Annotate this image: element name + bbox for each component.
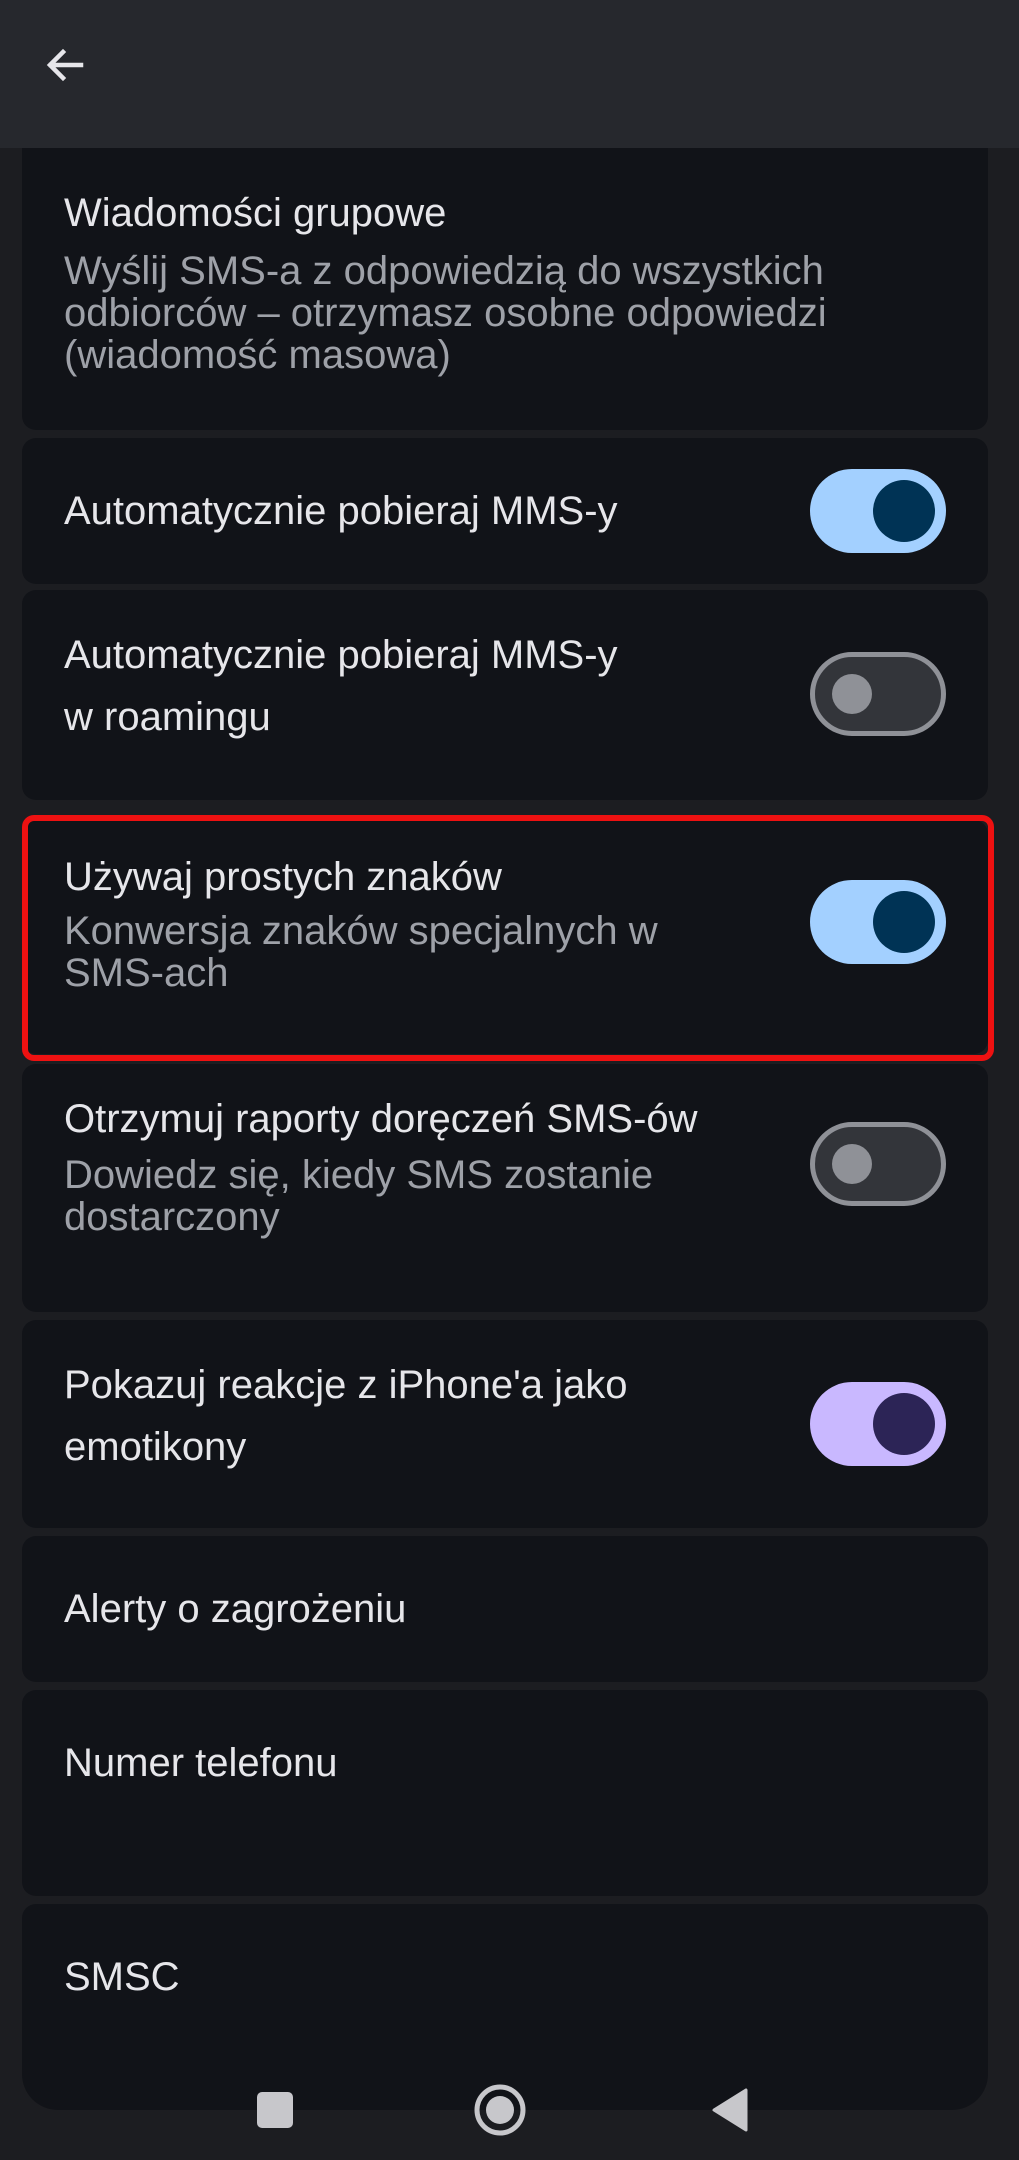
setting-iphone-reactions[interactable]: Pokazuj reakcje z iPhone'a jako emotikon… bbox=[22, 1320, 988, 1528]
home-button[interactable] bbox=[470, 2060, 530, 2160]
square-icon bbox=[257, 2092, 293, 2128]
setting-subtitle: Wyślij SMS-a z odpowiedzią do wszystkich… bbox=[64, 249, 827, 377]
setting-emergency-alerts[interactable]: Alerty o zagrożeniu bbox=[22, 1536, 988, 1682]
setting-group-messages[interactable]: Wiadomości grupowe Wyślij SMS-a z odpowi… bbox=[22, 148, 988, 430]
setting-title: Pokazuj reakcje z iPhone'a jako emotikon… bbox=[64, 1363, 628, 1469]
use-simple-characters-switch[interactable] bbox=[810, 880, 946, 964]
setting-title: Numer telefonu bbox=[64, 1741, 338, 1785]
setting-subtitle: Dowiedz się, kiedy SMS zostanie dostarcz… bbox=[64, 1153, 654, 1239]
setting-auto-download-mms[interactable]: Automatycznie pobieraj MMS-y bbox=[22, 438, 988, 584]
recents-button[interactable] bbox=[245, 2060, 305, 2160]
setting-phone-number[interactable]: Numer telefonu bbox=[22, 1690, 988, 1896]
arrow-back-icon bbox=[46, 48, 84, 82]
auto-download-mms-roaming-switch[interactable] bbox=[810, 652, 946, 736]
switch-knob bbox=[832, 674, 872, 714]
circle-home-icon bbox=[474, 2084, 526, 2136]
setting-title: SMSC bbox=[64, 1955, 180, 1999]
setting-title: Używaj prostych znaków bbox=[64, 855, 502, 899]
system-nav-bar bbox=[0, 2060, 1019, 2160]
back-button[interactable] bbox=[30, 30, 100, 100]
switch-knob bbox=[832, 1144, 872, 1184]
triangle-back-icon bbox=[712, 2088, 748, 2132]
switch-knob bbox=[873, 891, 935, 953]
setting-delivery-reports[interactable]: Otrzymuj raporty doręczeń SMS-ów Dowiedz… bbox=[22, 1064, 988, 1312]
setting-title: Wiadomości grupowe bbox=[64, 191, 447, 235]
setting-title: Automatycznie pobieraj MMS-y bbox=[64, 489, 618, 533]
setting-auto-download-mms-roaming[interactable]: Automatycznie pobieraj MMS-y w roamingu bbox=[22, 590, 988, 800]
top-app-bar bbox=[0, 0, 1019, 148]
setting-title: Otrzymuj raporty doręczeń SMS-ów bbox=[64, 1097, 698, 1141]
setting-use-simple-characters[interactable]: Używaj prostych znaków Konwersja znaków … bbox=[22, 820, 988, 1054]
setting-title: Alerty o zagrożeniu bbox=[64, 1587, 407, 1631]
auto-download-mms-switch[interactable] bbox=[810, 469, 946, 553]
nav-back-button[interactable] bbox=[700, 2060, 760, 2160]
delivery-reports-switch[interactable] bbox=[810, 1122, 946, 1206]
setting-subtitle: Konwersja znaków specjalnych w SMS-ach bbox=[64, 909, 658, 995]
iphone-reactions-switch[interactable] bbox=[810, 1382, 946, 1466]
setting-title: Automatycznie pobieraj MMS-y w roamingu bbox=[64, 633, 618, 739]
switch-knob bbox=[873, 480, 935, 542]
switch-knob bbox=[873, 1393, 935, 1455]
